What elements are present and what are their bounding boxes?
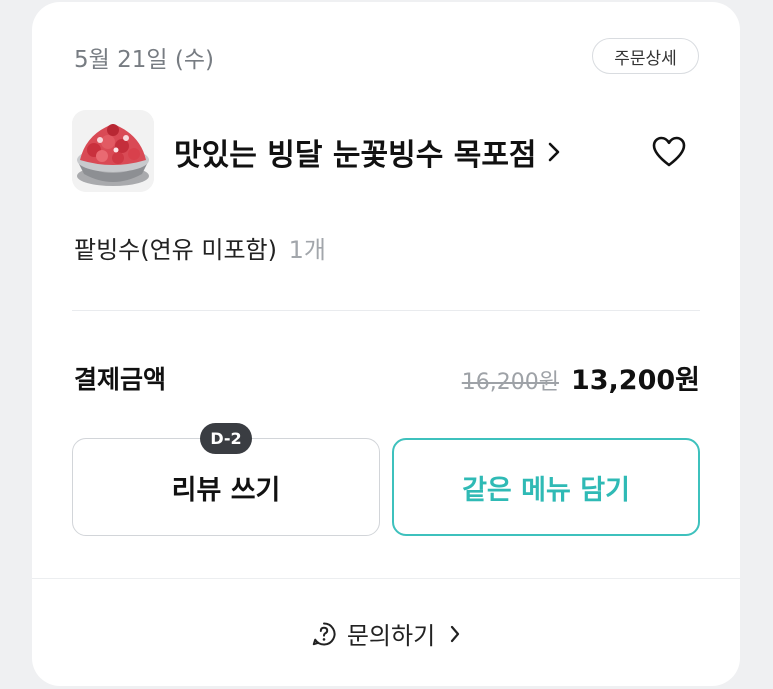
payment-label: 결제금액	[74, 365, 167, 394]
order-detail-button[interactable]: 주문상세	[592, 38, 699, 74]
reorder-same-menu-button[interactable]: 같은 메뉴 담기	[392, 438, 700, 536]
original-price: 16,200원	[461, 370, 559, 395]
divider	[72, 310, 700, 311]
price-row: 16,200원 13,200원	[462, 358, 700, 397]
chevron-right-icon	[547, 141, 561, 163]
inquiry-button[interactable]: 문의하기	[32, 616, 740, 651]
footer-divider	[32, 578, 740, 579]
inquiry-label: 문의하기	[346, 622, 436, 650]
item-quantity: 1개	[288, 236, 326, 264]
heart-outline-icon[interactable]	[651, 135, 687, 169]
store-name: 맛있는 빙달 눈꽃빙수 목포점	[174, 138, 537, 173]
order-date: 5월 21일 (수)	[74, 47, 214, 73]
item-name: 팥빙수(연유 미포함)	[74, 236, 277, 264]
question-circle-icon	[311, 621, 337, 647]
store-thumbnail[interactable]	[72, 110, 154, 192]
store-name-link[interactable]: 맛있는 빙달 눈꽃빙수 목포점	[174, 130, 561, 174]
final-price: 13,200원	[570, 365, 700, 396]
review-deadline-badge: D-2	[200, 423, 252, 454]
chevron-right-icon	[449, 624, 461, 644]
strawberry-bingsu-image	[72, 110, 154, 192]
order-card: 5월 21일 (수) 주문상세 맛있는 빙달 눈꽃빙수 목포점 팥빙수(연유 미…	[32, 2, 740, 686]
order-item: 팥빙수(연유 미포함) 1개	[74, 230, 326, 265]
